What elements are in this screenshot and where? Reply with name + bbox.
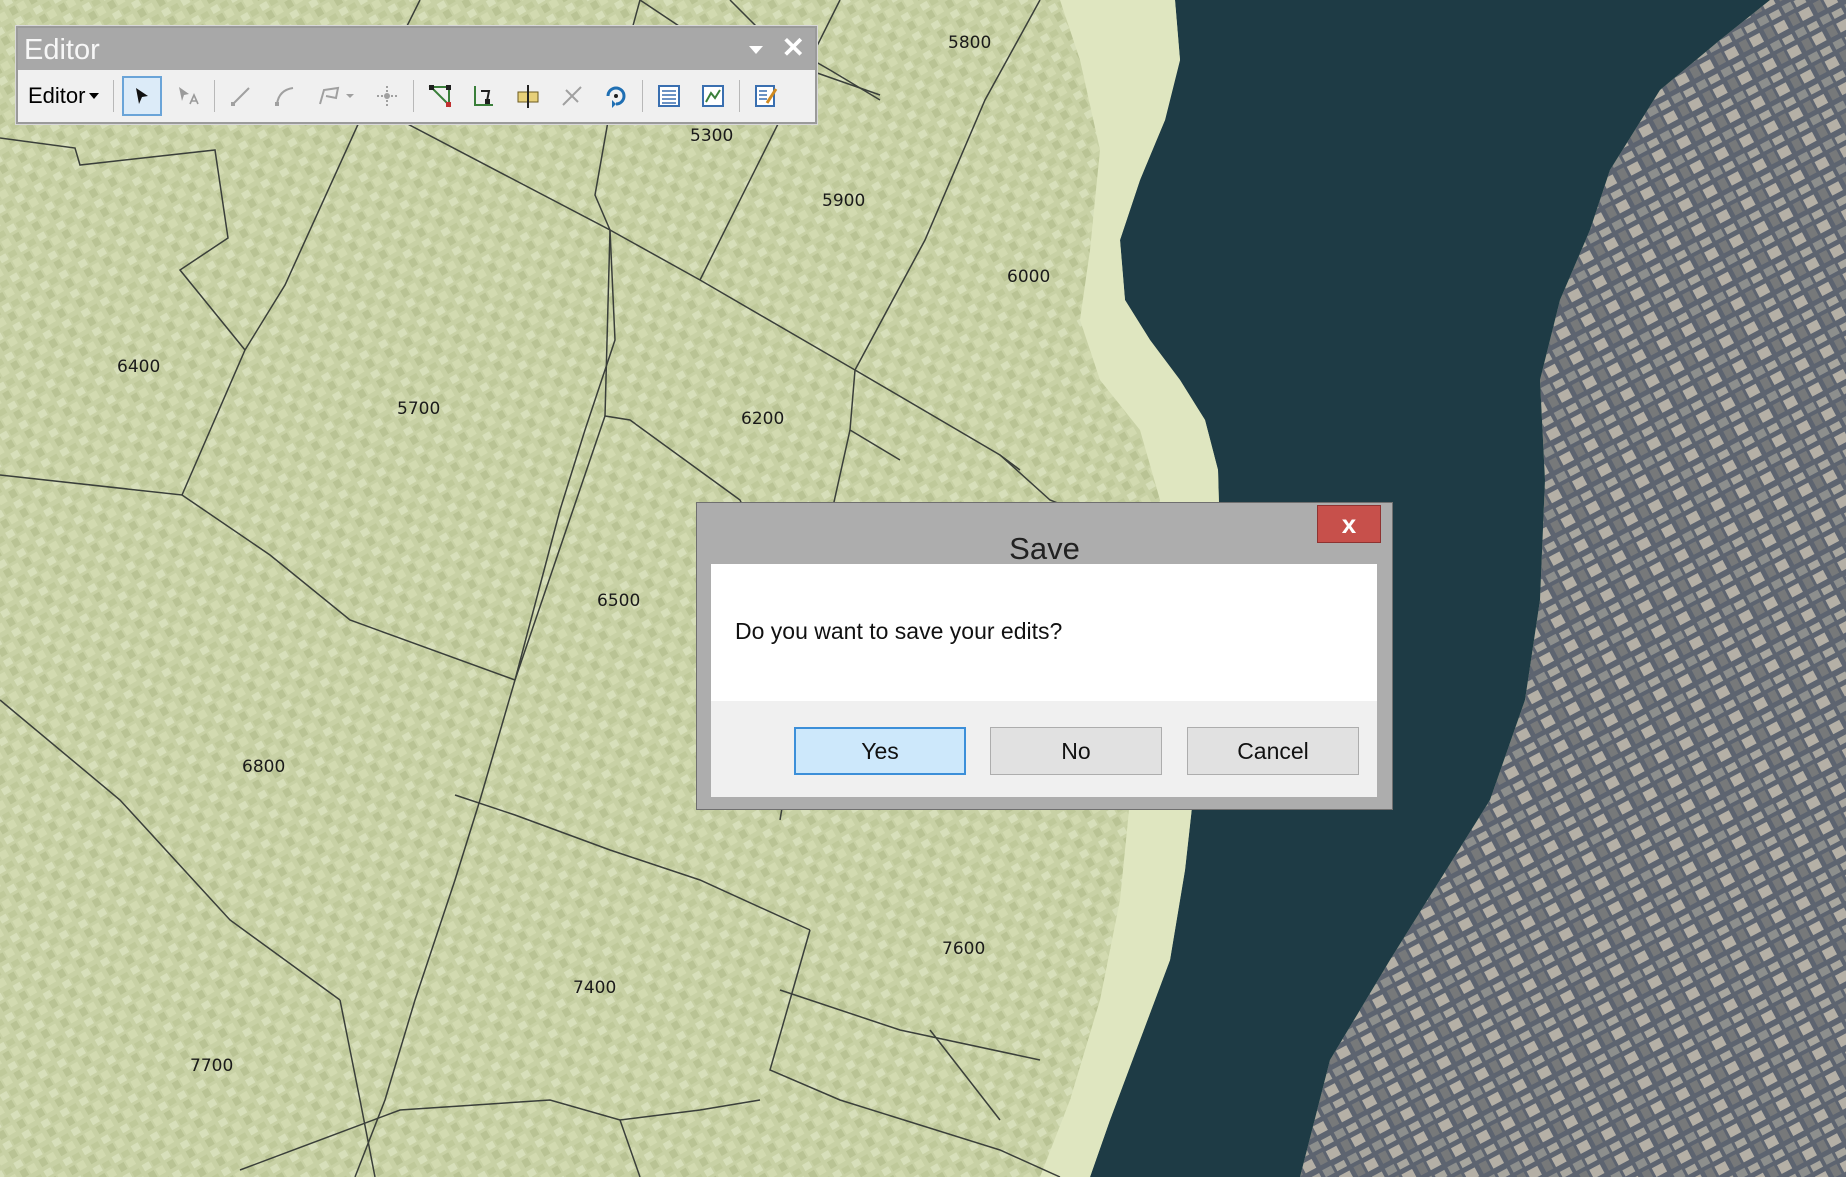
split-icon[interactable] — [554, 77, 590, 115]
tract-label: 5900 — [822, 191, 865, 211]
chevron-down-icon[interactable] — [749, 46, 763, 54]
reshape-feature-icon[interactable] — [466, 77, 502, 115]
editor-menu-label: Editor — [28, 83, 86, 108]
straight-segment-icon[interactable] — [223, 77, 259, 115]
tract-label: 5300 — [690, 126, 733, 146]
close-icon: x — [1341, 508, 1357, 539]
edit-annotation-icon[interactable] — [170, 77, 206, 115]
tract-label: 7700 — [190, 1056, 233, 1076]
tract-label: 7400 — [573, 978, 616, 998]
rotate-icon[interactable] — [598, 77, 634, 115]
cancel-button[interactable]: Cancel — [1187, 727, 1359, 775]
sketch-properties-icon[interactable] — [695, 77, 731, 115]
dialog-body: Do you want to save your edits? — [711, 564, 1377, 701]
dialog-message: Do you want to save your edits? — [735, 618, 1063, 644]
edit-pointer-icon[interactable] — [122, 76, 163, 116]
tract-label: 6200 — [741, 409, 784, 429]
editor-menu-button[interactable]: Editor — [18, 77, 109, 115]
trace-icon[interactable] — [311, 77, 361, 115]
toolbar-separator — [214, 80, 216, 112]
create-features-icon[interactable] — [748, 77, 784, 115]
attributes-icon[interactable] — [651, 77, 687, 115]
tract-label: 6500 — [597, 591, 640, 611]
tract-label: 6000 — [1007, 267, 1050, 287]
save-dialog: Save x Do you want to save your edits? Y… — [696, 502, 1393, 810]
editor-toolbar-tools: Editor — [18, 72, 815, 120]
dialog-title: Save — [1009, 531, 1080, 566]
edit-vertices-icon[interactable] — [422, 77, 458, 115]
tract-label: 5700 — [397, 399, 440, 419]
dialog-button-bar: Yes No Cancel — [711, 701, 1377, 797]
yes-button[interactable]: Yes — [794, 727, 966, 775]
cut-polygons-icon[interactable] — [510, 77, 546, 115]
toolbar-separator — [413, 80, 415, 112]
tract-label: 6400 — [117, 357, 160, 377]
toolbar-separator — [642, 80, 644, 112]
toolbar-separator — [739, 80, 741, 112]
point-icon[interactable] — [369, 77, 405, 115]
close-icon[interactable]: ✕ — [782, 32, 805, 64]
editor-toolbar-titlebar[interactable]: Editor ✕ — [18, 28, 815, 70]
editor-toolbar-title: Editor — [24, 34, 100, 66]
dropdown-arrow-icon — [89, 93, 100, 99]
tract-label: 5800 — [948, 33, 991, 53]
dialog-close-button[interactable]: x — [1317, 505, 1381, 543]
no-button[interactable]: No — [990, 727, 1162, 775]
tract-label: 6800 — [242, 757, 285, 777]
end-point-arc-icon[interactable] — [267, 77, 303, 115]
editor-toolbar: Editor ✕ Editor — [16, 26, 817, 124]
tract-label: 7600 — [942, 939, 985, 959]
toolbar-separator — [113, 80, 115, 112]
